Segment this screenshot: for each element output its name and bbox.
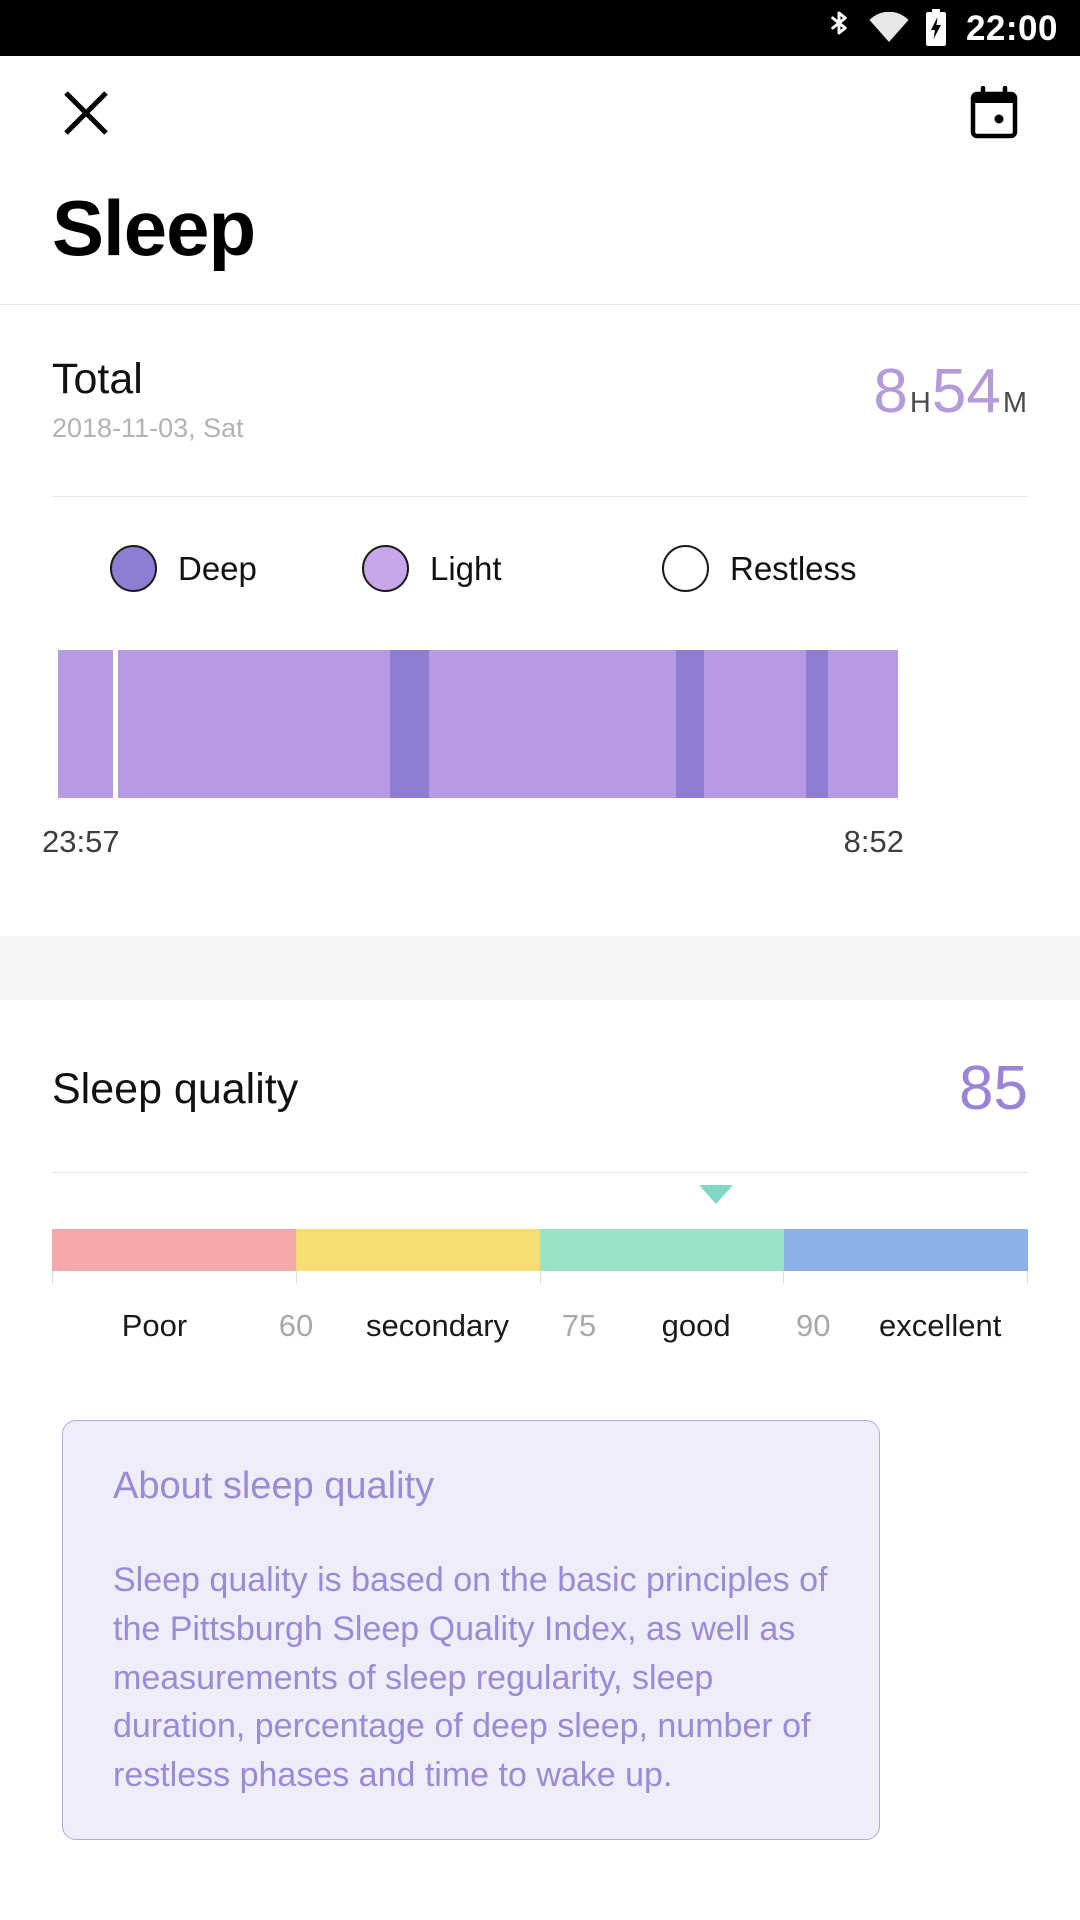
hypnogram-wrap: 23:57 8:52	[42, 592, 1028, 860]
legend-label-light: Light	[430, 549, 502, 587]
hypnogram-segment-light	[828, 650, 898, 799]
about-sleep-quality-card: About sleep quality Sleep quality is bas…	[62, 1420, 880, 1841]
total-row: Total 2018-11-03, Sat 8 H 54 M	[52, 305, 1028, 444]
legend-dot-light	[362, 545, 409, 593]
status-bar: 22:00	[0, 0, 1080, 56]
scale-label-secondary: secondary	[365, 1308, 510, 1344]
bluetooth-icon	[824, 9, 854, 47]
wifi-icon	[868, 12, 910, 44]
scale-label-poor: Poor	[121, 1308, 188, 1344]
sleep-quality-score: 85	[959, 1054, 1028, 1124]
hypnogram-start-time: 23:57	[42, 824, 120, 860]
hypnogram-time-axis: 23:57 8:52	[42, 798, 904, 860]
total-section: Total 2018-11-03, Sat 8 H 54 M Deep Ligh…	[0, 304, 1080, 861]
hypnogram-segment-light	[58, 650, 113, 799]
page-title: Sleep	[52, 184, 256, 272]
hypnogram-chart[interactable]	[58, 650, 898, 799]
quality-scale-bar	[52, 1229, 1028, 1272]
hypnogram-segment-light	[429, 650, 677, 799]
close-icon	[58, 85, 114, 146]
sleep-quality-section: Sleep quality 85 Poor 60 secondary 75 go…	[0, 1000, 1080, 1841]
scale-tick	[1027, 1271, 1028, 1285]
total-duration: 8 H 54 M	[873, 355, 1028, 423]
app-bar	[0, 56, 1080, 174]
total-minutes-unit: M	[1002, 386, 1027, 419]
hypnogram-segment-deep	[676, 650, 704, 799]
close-button[interactable]	[50, 79, 122, 151]
status-bar-clock: 22:00	[965, 8, 1058, 48]
total-hours-unit: H	[909, 386, 931, 419]
calendar-button[interactable]	[958, 79, 1030, 151]
quality-scale-labels: Poor 60 secondary 75 good 90 excellent	[52, 1284, 1028, 1344]
legend-label-deep: Deep	[178, 549, 257, 587]
sleep-quality-label: Sleep quality	[52, 1064, 299, 1113]
sleep-quality-scale: Poor 60 secondary 75 good 90 excellent	[52, 1173, 1028, 1344]
hypnogram-segment-deep	[806, 650, 829, 799]
hypnogram-end-time: 8:52	[843, 824, 904, 860]
total-hours: 8	[873, 356, 908, 426]
scale-segment-secondary	[296, 1229, 540, 1272]
legend-item-deep[interactable]: Deep	[52, 545, 362, 593]
hypnogram-segment-deep	[389, 650, 430, 799]
hypnogram-segment-light	[703, 650, 807, 799]
battery-charging-icon	[924, 9, 948, 47]
legend-item-light[interactable]: Light	[362, 545, 662, 593]
about-card-title: About sleep quality	[113, 1465, 435, 1508]
scale-threshold-75: 75	[561, 1308, 597, 1344]
sleep-stage-legend: Deep Light Restless	[52, 497, 1028, 593]
scale-threshold-60: 60	[278, 1308, 314, 1344]
scale-segment-excellent	[784, 1229, 1028, 1272]
section-separator	[0, 936, 1080, 1001]
scale-segment-good	[540, 1229, 784, 1272]
total-label: Total	[52, 354, 143, 403]
legend-label-restless: Restless	[730, 549, 857, 587]
legend-dot-deep	[110, 545, 157, 593]
scale-segment-poor	[52, 1229, 296, 1272]
legend-dot-restless	[662, 545, 709, 593]
legend-item-restless[interactable]: Restless	[662, 545, 1028, 593]
scale-threshold-90: 90	[796, 1308, 831, 1344]
sleep-quality-row: Sleep quality 85	[52, 1000, 1028, 1120]
total-date: 2018-11-03, Sat	[52, 413, 244, 444]
scale-label-excellent: excellent	[878, 1308, 1002, 1344]
about-card-body: Sleep quality is based on the basic prin…	[113, 1561, 828, 1794]
scale-label-good: good	[661, 1308, 731, 1344]
calendar-icon	[968, 85, 1020, 145]
quality-scale-ticks	[52, 1271, 1028, 1285]
hypnogram-segment-light	[118, 650, 390, 799]
total-minutes: 54	[931, 356, 1001, 426]
score-marker-icon	[698, 1185, 733, 1205]
total-left: Total 2018-11-03, Sat	[52, 355, 244, 444]
